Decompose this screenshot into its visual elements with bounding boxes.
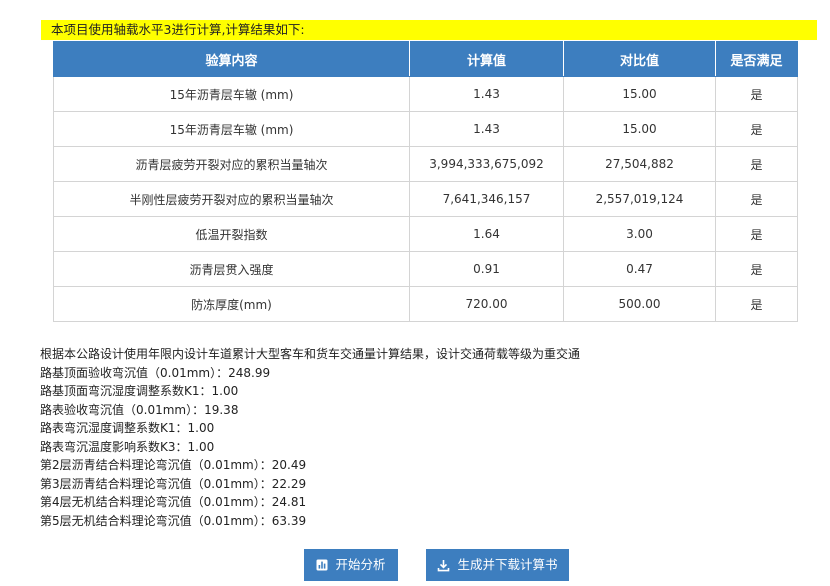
table-header-row: 验算内容 计算值 对比值 是否满足: [53, 41, 798, 77]
cell-check-item: 沥青层贯入强度: [53, 251, 410, 287]
header-satisfied: 是否满足: [715, 41, 798, 77]
layer-2-theoretical-deflection: 第2层沥青结合料理论弯沉值（0.01mm）：20.49: [40, 458, 307, 472]
table-row: 沥青层疲劳开裂对应的累积当量轴次 3,994,333,675,092 27,50…: [53, 146, 798, 182]
cell-calculated-value: 0.91: [409, 251, 564, 287]
surface-temperature-coefficient: 路表弯沉温度影响系数K3：1.00: [40, 439, 215, 454]
header-check-item: 验算内容: [53, 41, 410, 77]
cell-satisfied: 是: [715, 216, 798, 252]
cell-comparison-value: 3.00: [563, 216, 716, 252]
calculation-summary: 根据本公路设计使用年限内设计车道累计大型客车和货车交通量计算结果，设计交通荷载等…: [40, 345, 820, 530]
generate-download-report-label: 生成并下载计算书: [457, 557, 558, 572]
cell-calculated-value: 1.43: [409, 111, 564, 147]
cell-satisfied: 是: [715, 146, 798, 182]
start-analysis-label: 开始分析: [335, 557, 386, 572]
cell-satisfied: 是: [715, 111, 798, 147]
cell-comparison-value: 15.00: [563, 76, 716, 112]
result-notice-banner: 本项目使用轴载水平3进行计算,计算结果如下:: [41, 20, 817, 40]
table-row: 低温开裂指数 1.64 3.00 是: [53, 216, 798, 252]
cell-check-item: 15年沥青层车辙 (mm): [53, 111, 410, 147]
surface-acceptance-deflection: 路表验收弯沉值（0.01mm）：19.38: [40, 402, 239, 417]
cell-satisfied: 是: [715, 181, 798, 217]
cell-comparison-value: 2,557,019,124: [563, 181, 716, 217]
cell-comparison-value: 500.00: [563, 286, 716, 322]
layer-5-theoretical-deflection: 第5层无机结合料理论弯沉值（0.01mm）：63.39: [40, 513, 307, 528]
table-row: 防冻厚度(mm) 720.00 500.00 是: [53, 286, 798, 322]
header-comparison-value: 对比值: [563, 41, 716, 77]
cell-satisfied: 是: [715, 286, 798, 322]
start-analysis-button[interactable]: 开始分析: [304, 549, 398, 581]
traffic-load-level-text: 根据本公路设计使用年限内设计车道累计大型客车和货车交通量计算结果，设计交通荷载等…: [40, 347, 581, 361]
cell-calculated-value: 7,641,346,157: [409, 181, 564, 217]
layer-4-theoretical-deflection: 第4层无机结合料理论弯沉值（0.01mm）：24.81: [40, 495, 307, 509]
surface-humidity-coefficient: 路表弯沉湿度调整系数K1：1.00: [40, 421, 215, 435]
subgrade-humidity-coefficient: 路基顶面弯沉湿度调整系数K1：1.00: [40, 384, 239, 398]
layer-3-theoretical-deflection: 第3层沥青结合料理论弯沉值（0.01mm）：22.29: [40, 476, 307, 491]
table-row: 沥青层贯入强度 0.91 0.47 是: [53, 251, 798, 287]
cell-satisfied: 是: [715, 76, 798, 112]
cell-check-item: 15年沥青层车辙 (mm): [53, 76, 410, 112]
table-row: 半刚性层疲劳开裂对应的累积当量轴次 7,641,346,157 2,557,01…: [53, 181, 798, 217]
cell-calculated-value: 1.43: [409, 76, 564, 112]
generate-download-report-button[interactable]: 生成并下载计算书: [426, 549, 569, 581]
cell-check-item: 沥青层疲劳开裂对应的累积当量轴次: [53, 146, 410, 182]
results-table: 验算内容 计算值 对比值 是否满足 15年沥青层车辙 (mm) 1.43 15.…: [53, 41, 798, 322]
table-row: 15年沥青层车辙 (mm) 1.43 15.00 是: [53, 111, 798, 147]
table-row: 15年沥青层车辙 (mm) 1.43 15.00 是: [53, 76, 798, 112]
cell-comparison-value: 27,504,882: [563, 146, 716, 182]
chart-icon: [316, 559, 328, 571]
cell-comparison-value: 0.47: [563, 251, 716, 287]
cell-check-item: 防冻厚度(mm): [53, 286, 410, 322]
subgrade-acceptance-deflection: 路基顶面验收弯沉值（0.01mm）：248.99: [40, 365, 271, 380]
cell-comparison-value: 15.00: [563, 111, 716, 147]
cell-calculated-value: 1.64: [409, 216, 564, 252]
cell-calculated-value: 720.00: [409, 286, 564, 322]
cell-satisfied: 是: [715, 251, 798, 287]
cell-check-item: 半刚性层疲劳开裂对应的累积当量轴次: [53, 181, 410, 217]
header-calculated-value: 计算值: [409, 41, 564, 77]
download-icon: [437, 559, 450, 572]
cell-calculated-value: 3,994,333,675,092: [409, 146, 564, 182]
cell-check-item: 低温开裂指数: [53, 216, 410, 252]
